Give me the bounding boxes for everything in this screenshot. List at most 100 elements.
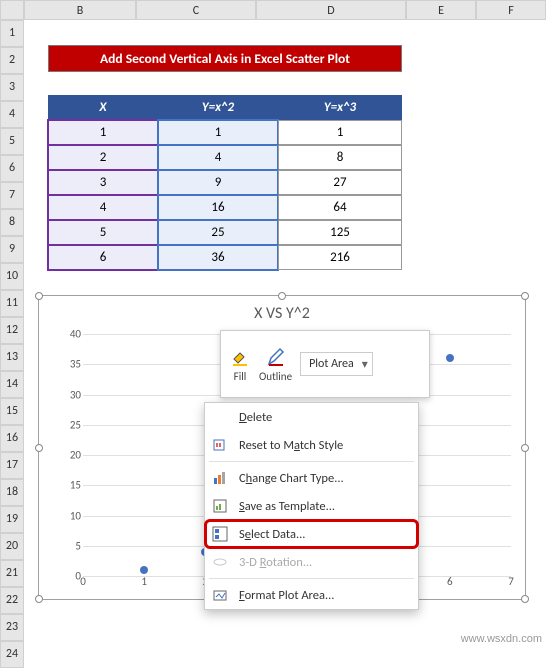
row-header[interactable]: 9 bbox=[0, 236, 24, 263]
resize-handle[interactable] bbox=[35, 595, 43, 603]
row-header[interactable]: 22 bbox=[0, 587, 24, 614]
row-header[interactable]: 19 bbox=[0, 506, 24, 533]
table-cell[interactable]: 4 bbox=[158, 145, 278, 170]
reset-icon bbox=[211, 436, 229, 454]
row-header[interactable]: 5 bbox=[0, 128, 24, 155]
table-cell[interactable]: 2 bbox=[48, 145, 158, 170]
col-header-c[interactable]: C bbox=[136, 0, 256, 20]
menu-label: 3-D Rotation... bbox=[239, 555, 312, 570]
pen-icon bbox=[265, 346, 287, 368]
table-cell[interactable]: 1 bbox=[278, 120, 402, 145]
x-tick-label: 7 bbox=[508, 575, 514, 588]
menu-item-select-data[interactable]: Select Data... bbox=[205, 520, 418, 548]
context-menu: Delete Reset to Match Style Change Chart… bbox=[204, 402, 419, 610]
table-cell[interactable]: 36 bbox=[158, 245, 278, 270]
menu-label: Reset to Match Style bbox=[239, 438, 343, 453]
resize-handle[interactable] bbox=[35, 292, 43, 300]
menu-item-format-plot-area[interactable]: Format Plot Area... bbox=[205, 581, 418, 609]
row-header[interactable]: 21 bbox=[0, 560, 24, 587]
menu-label: Save as Template... bbox=[239, 499, 335, 514]
x-tick-label: 6 bbox=[447, 575, 453, 588]
row-headers: 1 2 3 4 5 6 7 8 9 10 11 12 13 14 15 16 1… bbox=[0, 20, 24, 668]
menu-item-delete[interactable]: Delete bbox=[205, 403, 418, 431]
y-tick-label: 40 bbox=[70, 328, 81, 341]
row-header[interactable]: 7 bbox=[0, 182, 24, 209]
fill-label: Fill bbox=[234, 370, 247, 383]
paint-bucket-icon bbox=[229, 346, 251, 368]
table-header-y3[interactable]: Y=x^3 bbox=[278, 95, 402, 120]
data-point[interactable] bbox=[446, 354, 454, 362]
x-tick-label: 0 bbox=[80, 575, 86, 588]
chart-title[interactable]: X VS Y^2 bbox=[39, 296, 525, 327]
fill-button[interactable]: Fill bbox=[229, 346, 251, 383]
grid-corner[interactable] bbox=[0, 0, 24, 20]
y-tick-label: 30 bbox=[70, 388, 81, 401]
row-header[interactable]: 1 bbox=[0, 20, 24, 47]
row-header[interactable]: 15 bbox=[0, 398, 24, 425]
table-cell[interactable]: 27 bbox=[278, 170, 402, 195]
resize-handle[interactable] bbox=[521, 292, 529, 300]
col-header-b[interactable]: B bbox=[24, 0, 136, 20]
table-cell[interactable]: 216 bbox=[278, 245, 402, 270]
y-tick-label: 5 bbox=[75, 539, 81, 552]
table-cell[interactable]: 25 bbox=[158, 220, 278, 245]
row-header[interactable]: 11 bbox=[0, 290, 24, 317]
outline-label: Outline bbox=[259, 370, 292, 383]
row-header[interactable]: 4 bbox=[0, 101, 24, 128]
menu-label: Select Data... bbox=[239, 527, 305, 542]
row-header[interactable]: 20 bbox=[0, 533, 24, 560]
table-cell[interactable]: 6 bbox=[48, 245, 158, 270]
resize-handle[interactable] bbox=[278, 292, 286, 300]
resize-handle[interactable] bbox=[35, 444, 43, 452]
table-cell[interactable]: 5 bbox=[48, 220, 158, 245]
row-header[interactable]: 10 bbox=[0, 263, 24, 290]
row-header[interactable]: 17 bbox=[0, 452, 24, 479]
row-header[interactable]: 8 bbox=[0, 209, 24, 236]
y-tick-label: 20 bbox=[70, 449, 81, 462]
resize-handle[interactable] bbox=[521, 444, 529, 452]
y-tick-label: 10 bbox=[70, 509, 81, 522]
menu-label: Format Plot Area... bbox=[239, 588, 334, 603]
table-header-y2[interactable]: Y=x^2 bbox=[158, 95, 278, 120]
menu-item-3d-rotation: 3-D Rotation... bbox=[205, 548, 418, 576]
row-header[interactable]: 6 bbox=[0, 155, 24, 182]
outline-button[interactable]: Outline bbox=[259, 346, 292, 383]
table-cell[interactable]: 16 bbox=[158, 195, 278, 220]
menu-label: Change Chart Type... bbox=[239, 471, 344, 486]
row-header[interactable]: 13 bbox=[0, 344, 24, 371]
chart-mini-toolbar: Fill Outline Plot Area bbox=[220, 330, 430, 398]
menu-label: Delete bbox=[239, 410, 272, 425]
table-cell[interactable]: 8 bbox=[278, 145, 402, 170]
data-point[interactable] bbox=[140, 566, 148, 574]
table-header-x[interactable]: X bbox=[48, 95, 158, 120]
row-header[interactable]: 14 bbox=[0, 371, 24, 398]
menu-item-change-chart-type[interactable]: Change Chart Type... bbox=[205, 464, 418, 492]
col-header-d[interactable]: D bbox=[256, 0, 406, 20]
blank-icon bbox=[211, 408, 229, 426]
resize-handle[interactable] bbox=[521, 595, 529, 603]
table-cell[interactable]: 3 bbox=[48, 170, 158, 195]
y-tick-label: 25 bbox=[70, 418, 81, 431]
menu-item-save-template[interactable]: Save as Template... bbox=[205, 492, 418, 520]
row-header[interactable]: 2 bbox=[0, 47, 24, 74]
menu-separator bbox=[209, 578, 414, 579]
row-header[interactable]: 3 bbox=[0, 74, 24, 101]
row-header[interactable]: 18 bbox=[0, 479, 24, 506]
col-header-e[interactable]: E bbox=[406, 0, 476, 20]
row-header[interactable]: 16 bbox=[0, 425, 24, 452]
table-cell[interactable]: 1 bbox=[158, 120, 278, 145]
table-cell[interactable]: 64 bbox=[278, 195, 402, 220]
col-header-f[interactable]: F bbox=[476, 0, 546, 20]
save-template-icon bbox=[211, 497, 229, 515]
menu-separator bbox=[209, 461, 414, 462]
table-cell[interactable]: 4 bbox=[48, 195, 158, 220]
row-header[interactable]: 23 bbox=[0, 614, 24, 641]
data-table: X Y=x^2 Y=x^3 111 248 3927 41664 525125 … bbox=[48, 95, 402, 270]
table-cell[interactable]: 125 bbox=[278, 220, 402, 245]
row-header[interactable]: 12 bbox=[0, 317, 24, 344]
table-cell[interactable]: 9 bbox=[158, 170, 278, 195]
chart-element-select[interactable]: Plot Area bbox=[300, 352, 373, 376]
menu-item-reset-style[interactable]: Reset to Match Style bbox=[205, 431, 418, 459]
table-cell[interactable]: 1 bbox=[48, 120, 158, 145]
row-header[interactable]: 24 bbox=[0, 641, 24, 668]
